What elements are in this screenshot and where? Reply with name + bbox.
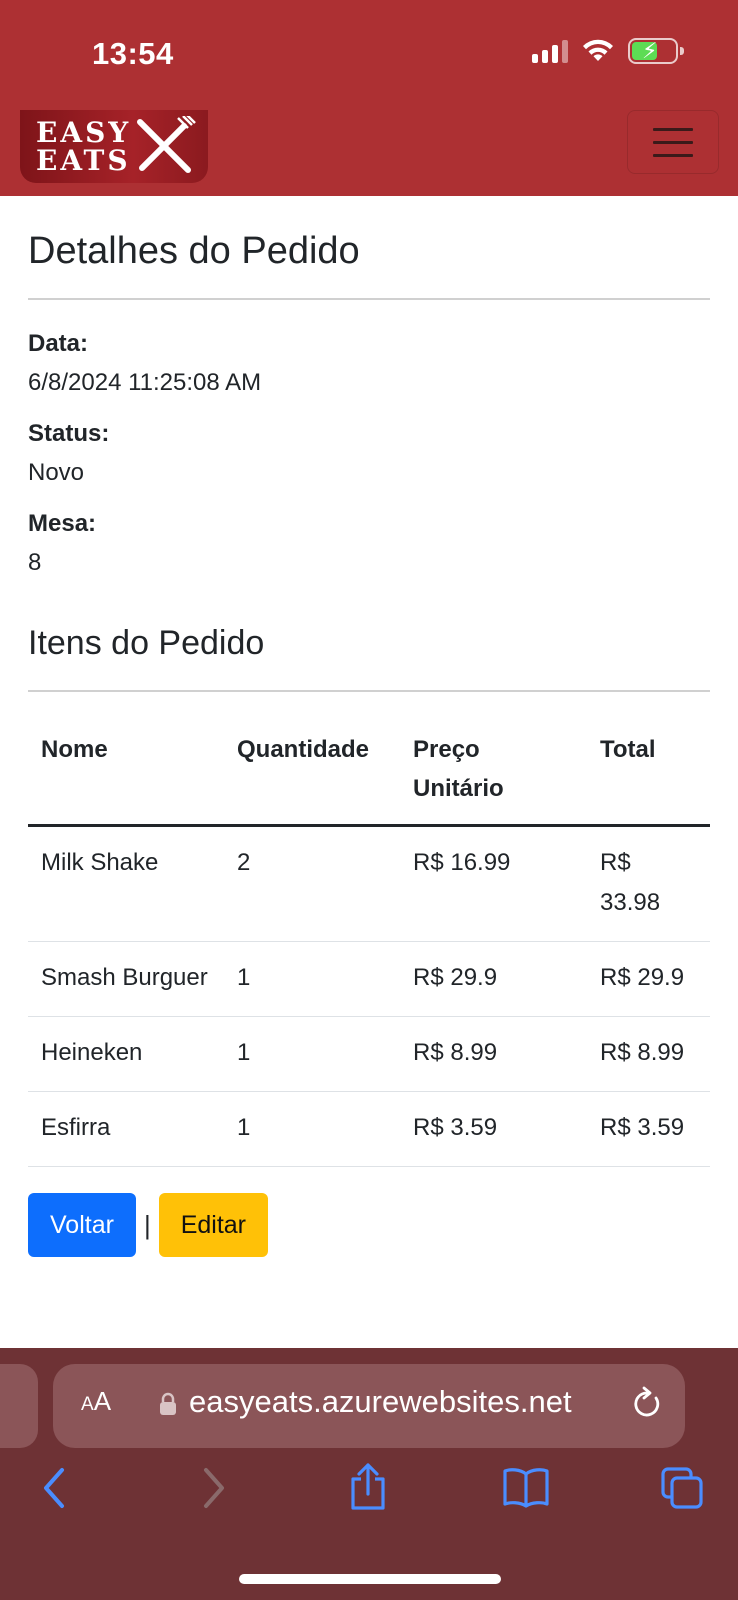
item-total: R$ 29.9 — [600, 964, 685, 991]
item-unit-price: R$ 29.9 — [413, 964, 498, 991]
divider — [28, 298, 710, 300]
item-unit-price: R$ 3.59 — [413, 1114, 498, 1141]
forward-arrow-icon[interactable] — [198, 1466, 228, 1510]
status-icons: ⚡ — [532, 38, 684, 64]
table-row: Heineken 1 R$ 8.99 R$ 8.99 — [28, 1017, 710, 1092]
item-quantity: 1 — [237, 1039, 251, 1066]
item-quantity: 2 — [237, 849, 251, 876]
main-content: Detalhes do Pedido Data: 6/8/2024 11:25:… — [28, 196, 710, 1257]
column-header-unit-price: Preço Unitário — [413, 736, 504, 802]
logo-text-eats: EATS — [36, 143, 131, 177]
reader-text-size-button[interactable]: AA — [81, 1386, 111, 1417]
divider — [28, 690, 710, 692]
table-row: Smash Burguer 1 R$ 29.9 R$ 29.9 — [28, 942, 710, 1017]
item-name: Milk Shake — [41, 849, 159, 876]
status-value: Novo — [28, 459, 85, 486]
fork-knife-icon — [137, 116, 196, 173]
item-unit-price: R$ 8.99 — [413, 1039, 498, 1066]
date-value: 6/8/2024 11:25:08 AM — [28, 369, 262, 396]
column-header-quantity: Quantidade — [237, 736, 370, 763]
reload-icon[interactable] — [631, 1386, 663, 1420]
share-icon[interactable] — [348, 1462, 388, 1512]
item-quantity: 1 — [237, 1114, 251, 1141]
item-name: Esfirra — [41, 1114, 111, 1141]
column-header-name: Nome — [41, 736, 108, 763]
status-time: 13:54 — [92, 36, 174, 71]
item-name: Smash Burguer — [41, 964, 208, 991]
signal-icon — [532, 39, 568, 63]
date-label: Data: — [28, 330, 89, 357]
lock-icon — [160, 1392, 176, 1415]
logo-text-easy: EASY — [36, 115, 132, 149]
status-label: Status: — [28, 420, 110, 447]
order-details: Data: 6/8/2024 11:25:08 AM Status: Novo … — [28, 327, 710, 580]
table-row: Esfirra 1 R$ 3.59 R$ 3.59 — [28, 1092, 710, 1167]
table-number-value: 8 — [28, 549, 42, 576]
item-name: Heineken — [41, 1039, 143, 1066]
item-quantity: 1 — [237, 964, 251, 991]
back-arrow-icon[interactable] — [40, 1466, 70, 1510]
brand-logo[interactable]: EASY EATS — [20, 110, 208, 183]
browser-toolbar — [0, 1463, 738, 1530]
action-buttons: Voltar | Editar — [28, 1193, 710, 1257]
hamburger-menu-icon[interactable] — [627, 110, 719, 174]
item-unit-price: R$ 16.99 — [413, 849, 511, 876]
back-button[interactable]: Voltar — [28, 1193, 136, 1257]
page-title: Detalhes do Pedido — [28, 230, 360, 272]
button-separator: | — [143, 1209, 151, 1240]
bookmarks-icon[interactable] — [502, 1466, 550, 1508]
item-total: R$ 8.99 — [600, 1039, 685, 1066]
item-total: R$ 3.59 — [600, 1114, 685, 1141]
table-row: Milk Shake 2 R$ 16.99 R$ 33.98 — [28, 826, 710, 942]
table-header-row: Nome Quantidade Preço Unitário Total — [28, 712, 710, 826]
wifi-icon — [583, 39, 613, 61]
table-number-label: Mesa: — [28, 510, 97, 537]
battery-charging-icon: ⚡ — [628, 38, 684, 64]
tabs-icon[interactable] — [660, 1466, 704, 1510]
previous-tab-preview[interactable] — [0, 1364, 38, 1448]
address-bar[interactable]: AA easyeats.azurewebsites.net — [53, 1364, 685, 1448]
app-header: 13:54 ⚡ EASY EATS — [0, 0, 738, 196]
edit-button[interactable]: Editar — [158, 1193, 269, 1257]
browser-bottom-bar: AA easyeats.azurewebsites.net — [0, 1348, 738, 1600]
home-indicator[interactable] — [239, 1574, 501, 1584]
order-items-table: Nome Quantidade Preço Unitário Total Mil… — [28, 712, 710, 1167]
items-title: Itens do Pedido — [28, 624, 265, 662]
item-total: R$ 33.98 — [600, 849, 661, 916]
column-header-total: Total — [600, 736, 656, 763]
url-text: easyeats.azurewebsites.net — [189, 1384, 572, 1419]
